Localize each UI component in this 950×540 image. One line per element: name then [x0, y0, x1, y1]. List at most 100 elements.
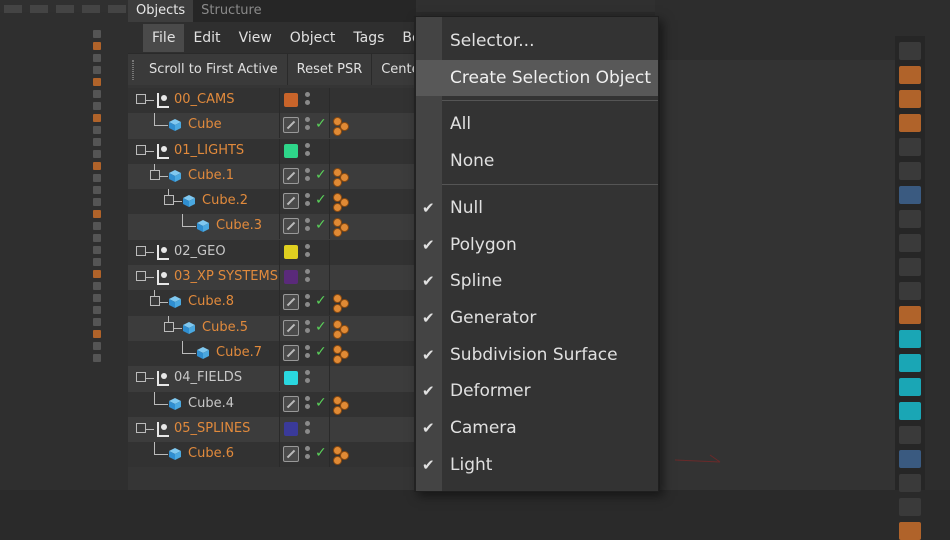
expand-toggle[interactable] — [136, 271, 146, 282]
object-name[interactable]: Cube.3 — [216, 218, 262, 233]
expand-toggle[interactable] — [136, 245, 146, 256]
visibility-dots-icon[interactable] — [305, 142, 311, 161]
menu-item-null[interactable]: ✔ Null — [416, 190, 658, 226]
object-row[interactable]: Cube ✓ — [128, 113, 416, 139]
menu-item-deformer[interactable]: ✔ Deformer — [416, 373, 658, 409]
object-name[interactable]: Cube.8 — [188, 294, 234, 309]
expand-toggle[interactable] — [136, 94, 146, 104]
editable-icon[interactable] — [283, 117, 299, 134]
menu-item-light[interactable]: ✔ Light — [416, 447, 658, 483]
visibility-dots-icon[interactable] — [305, 92, 311, 110]
menu-item-all[interactable]: All — [416, 106, 658, 142]
visibility-dots-icon[interactable] — [305, 319, 311, 338]
visibility-dots-icon[interactable] — [305, 167, 311, 186]
scroll-to-first-active-button[interactable]: Scroll to First Active — [140, 54, 288, 85]
editable-icon[interactable] — [283, 344, 299, 361]
reset-psr-button[interactable]: Reset PSR — [288, 54, 373, 85]
layer-color-swatch[interactable] — [284, 371, 298, 386]
menu-item-generator[interactable]: ✔ Generator — [416, 300, 658, 336]
toolbar-grip[interactable] — [132, 59, 134, 80]
expand-toggle[interactable] — [150, 169, 160, 180]
editable-icon[interactable] — [283, 446, 299, 463]
visibility-dots-icon[interactable] — [305, 446, 311, 464]
tab-structure[interactable]: Structure — [193, 0, 269, 22]
object-row[interactable]: Cube.5 ✓ — [128, 315, 416, 341]
check-icon[interactable]: ✓ — [315, 396, 327, 410]
check-icon[interactable]: ✓ — [315, 345, 327, 359]
menu-item-selector[interactable]: Selector... — [416, 23, 658, 59]
object-row[interactable]: 02_GEO — [128, 239, 416, 266]
check-icon[interactable]: ✓ — [315, 294, 327, 308]
visibility-dots-icon[interactable] — [305, 243, 311, 262]
expand-toggle[interactable] — [136, 422, 146, 433]
object-name[interactable]: Cube.2 — [202, 193, 248, 208]
editable-icon[interactable] — [283, 319, 299, 336]
check-icon[interactable]: ✓ — [315, 193, 327, 207]
tab-objects[interactable]: Objects — [128, 0, 194, 22]
object-name[interactable]: 04_FIELDS — [174, 370, 242, 385]
expand-toggle[interactable] — [136, 372, 146, 383]
check-icon[interactable]: ✓ — [315, 218, 327, 232]
visibility-dots-icon[interactable] — [305, 218, 311, 236]
object-row[interactable]: Cube.3 ✓ — [128, 214, 416, 240]
menu-item-polygon[interactable]: ✔ Polygon — [416, 227, 658, 263]
check-icon[interactable]: ✓ — [315, 446, 327, 460]
visibility-dots-icon[interactable] — [305, 269, 311, 287]
menu-file[interactable]: File — [143, 23, 185, 52]
object-row[interactable]: 00_CAMS — [128, 88, 416, 114]
object-name[interactable]: Cube.5 — [202, 320, 248, 335]
menu-item-none[interactable]: None — [416, 143, 658, 179]
menu-tags[interactable]: Tags — [344, 24, 393, 52]
editable-icon[interactable] — [283, 167, 299, 184]
object-row[interactable]: 05_SPLINES — [128, 416, 416, 443]
expand-toggle[interactable] — [164, 195, 174, 206]
object-name[interactable]: Cube.1 — [188, 168, 234, 183]
layer-color-swatch[interactable] — [284, 93, 298, 107]
object-name[interactable]: 01_LIGHTS — [174, 143, 244, 158]
object-row[interactable]: Cube.1 ✓ — [128, 163, 416, 190]
tag-icon[interactable] — [333, 193, 353, 213]
editable-icon[interactable] — [283, 218, 299, 235]
editable-icon[interactable] — [283, 294, 299, 311]
object-row[interactable]: Cube.7 ✓ — [128, 340, 416, 367]
visibility-dots-icon[interactable] — [305, 420, 311, 439]
menu-item-subdivision-surface[interactable]: ✔ Subdivision Surface — [416, 337, 658, 373]
object-row[interactable]: 04_FIELDS — [128, 366, 416, 392]
object-row[interactable]: Cube.8 ✓ — [128, 290, 416, 316]
menu-item-camera[interactable]: ✔ Camera — [416, 410, 658, 446]
layer-color-swatch[interactable] — [284, 143, 298, 158]
tag-icon[interactable] — [333, 395, 353, 415]
object-name[interactable]: Cube.4 — [188, 396, 234, 411]
object-row[interactable]: Cube.6 ✓ — [128, 442, 416, 468]
expand-toggle[interactable] — [150, 296, 160, 307]
object-name[interactable]: Cube.6 — [188, 446, 234, 461]
object-row[interactable]: 01_LIGHTS — [128, 138, 416, 164]
tag-icon[interactable] — [333, 218, 353, 238]
visibility-dots-icon[interactable] — [305, 344, 311, 363]
object-row[interactable]: Cube.4 ✓ — [128, 391, 416, 417]
menu-object[interactable]: Object — [281, 24, 345, 52]
visibility-dots-icon[interactable] — [305, 294, 311, 312]
expand-toggle[interactable] — [164, 321, 174, 332]
editable-icon[interactable] — [283, 193, 299, 210]
menu-item-spline[interactable]: ✔ Spline — [416, 263, 658, 299]
tag-icon[interactable] — [333, 117, 353, 137]
layer-color-swatch[interactable] — [284, 421, 298, 436]
tag-icon[interactable] — [333, 167, 353, 187]
object-row[interactable]: Cube.2 ✓ — [128, 189, 416, 215]
tag-icon[interactable] — [333, 319, 353, 339]
visibility-dots-icon[interactable] — [305, 193, 311, 211]
editable-icon[interactable] — [283, 395, 299, 412]
object-name[interactable]: 00_CAMS — [174, 92, 234, 107]
object-name[interactable]: Cube.7 — [216, 345, 262, 360]
menu-edit[interactable]: Edit — [184, 24, 229, 52]
tag-icon[interactable] — [333, 344, 353, 364]
visibility-dots-icon[interactable] — [305, 117, 311, 135]
object-name[interactable]: 02_GEO — [174, 244, 226, 259]
menu-view[interactable]: View — [230, 24, 281, 52]
menu-item-create-selection-object[interactable]: Create Selection Object — [416, 59, 658, 96]
expand-toggle[interactable] — [136, 144, 146, 155]
object-name[interactable]: Cube — [188, 117, 222, 132]
check-icon[interactable]: ✓ — [315, 117, 327, 131]
tag-icon[interactable] — [333, 446, 353, 466]
